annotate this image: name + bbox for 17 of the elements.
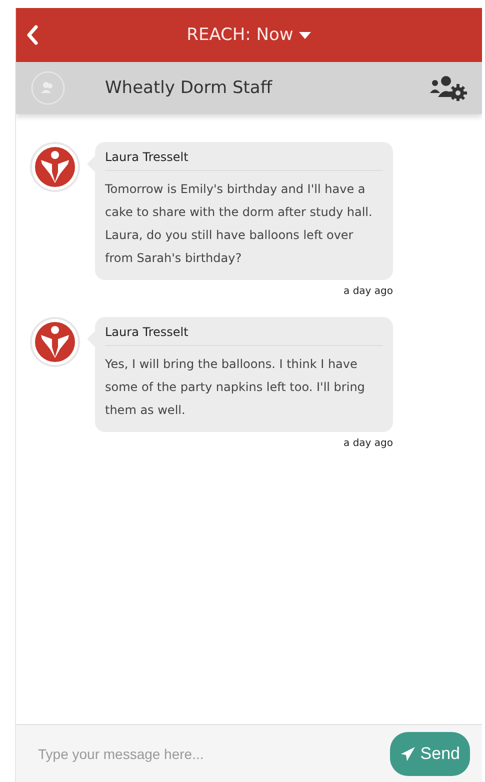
send-button[interactable]: Send (390, 732, 470, 776)
avatar-icon (30, 317, 80, 367)
caret-icon (299, 32, 312, 38)
paper-plane-icon (400, 746, 416, 762)
message-text: Tomorrow is Emily's birthday and I'll have a cake to share with the dorm after study hall. Laura, do you still have balloons left over from Sarah's birthday? (105, 181, 374, 267)
avatar-icon (30, 142, 80, 192)
message-time: a day ago (342, 286, 393, 297)
message-input[interactable]: Type your message here... (36, 744, 390, 762)
group-avatar-icon (31, 71, 65, 105)
sender-name: Laura Tresselt (105, 325, 383, 346)
back-icon[interactable] (26, 25, 38, 45)
message-text: Yes, I will bring the balloons. I think I have some of the party napkins left too. I'll bring them as well. (105, 356, 366, 419)
group-settings-icon[interactable] (430, 75, 468, 101)
group-name: Wheatly Dorm Staff (105, 78, 274, 98)
app-title-dropdown[interactable]: REACH: Now (186, 25, 312, 45)
sender-name: Laura Tresselt (105, 150, 383, 171)
message-time: a day ago (342, 438, 393, 449)
